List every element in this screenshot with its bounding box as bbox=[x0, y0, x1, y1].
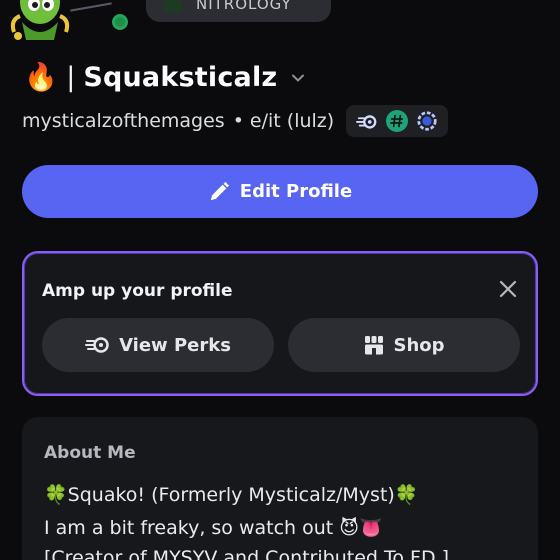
display-name: Squaksticalz bbox=[83, 62, 278, 93]
display-name-row[interactable]: 🔥 | Squaksticalz bbox=[24, 62, 305, 93]
username-row: mysticalzofthemages • e/it (lulz) bbox=[22, 105, 449, 137]
display-name-prefix: 🔥 | bbox=[24, 62, 76, 93]
about-line: 🍀Squako! (Formerly Mysticalz/Myst)🍀 bbox=[44, 484, 419, 506]
shop-button[interactable]: Shop bbox=[288, 318, 520, 372]
boost-badge-icon[interactable] bbox=[416, 110, 438, 132]
online-status-icon bbox=[108, 10, 132, 34]
amp-up-title: Amp up your profile bbox=[42, 281, 233, 301]
about-line: I am a bit freaky, so watch out 😈👅 bbox=[44, 517, 383, 539]
about-line: [Creator of MYSYV and Contributed To FD … bbox=[44, 547, 450, 560]
view-perks-button[interactable]: View Perks bbox=[42, 318, 274, 372]
badge-row bbox=[346, 105, 449, 137]
nitro-badge-icon[interactable] bbox=[356, 110, 378, 132]
edit-profile-label: Edit Profile bbox=[239, 181, 353, 202]
amp-up-card: Amp up your profile View Perks Shop bbox=[22, 251, 538, 396]
nitro-icon bbox=[85, 337, 109, 353]
pencil-icon bbox=[210, 181, 229, 200]
view-perks-label: View Perks bbox=[119, 334, 231, 356]
shop-label: Shop bbox=[393, 334, 445, 356]
close-icon[interactable] bbox=[498, 279, 518, 299]
about-me-card: About Me 🍀Squako! (Formerly Mysticalz/My… bbox=[22, 417, 538, 560]
about-me-title: About Me bbox=[44, 443, 136, 463]
nitro-pill-text: NITROLOGY bbox=[196, 0, 292, 13]
nitro-pill[interactable]: NITROLOGY bbox=[146, 0, 331, 22]
avatar[interactable] bbox=[8, 0, 72, 40]
username: mysticalzofthemages bbox=[22, 110, 225, 132]
shop-icon bbox=[365, 336, 384, 355]
chevron-down-icon[interactable] bbox=[291, 71, 305, 85]
hashtag-badge-icon[interactable] bbox=[386, 110, 409, 132]
pronouns: • e/it (lulz) bbox=[232, 110, 335, 132]
edit-profile-button[interactable]: Edit Profile bbox=[22, 165, 538, 218]
decoration-line bbox=[70, 2, 112, 12]
leaf-icon bbox=[164, 0, 182, 13]
